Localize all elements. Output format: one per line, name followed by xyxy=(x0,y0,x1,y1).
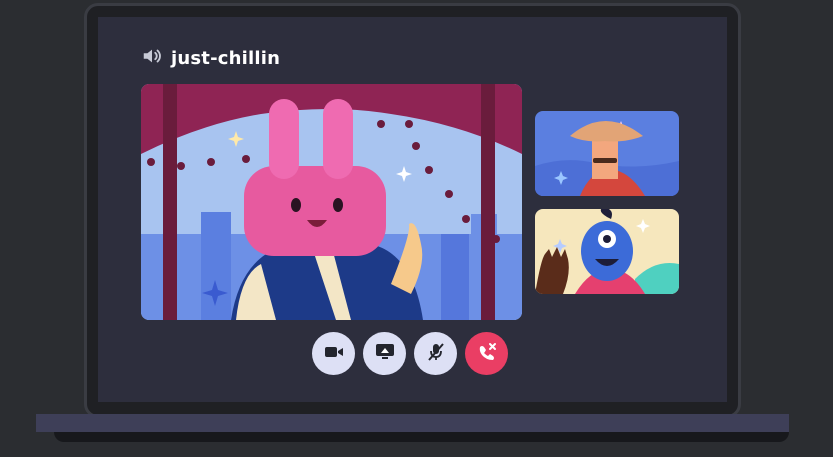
end-call-button[interactable] xyxy=(465,332,508,375)
mushroom-hat-avatar xyxy=(535,111,679,196)
blue-ogre-avatar xyxy=(535,209,679,294)
call-controls xyxy=(312,332,508,375)
video-camera-icon xyxy=(324,344,344,364)
participant-tile[interactable] xyxy=(535,111,679,196)
mute-button[interactable] xyxy=(414,332,457,375)
hang-up-icon xyxy=(477,342,497,366)
channel-title: just-chillin xyxy=(171,47,281,69)
camera-button[interactable] xyxy=(312,332,355,375)
participant-tile[interactable] xyxy=(535,209,679,294)
channel-header: just-chillin xyxy=(141,45,280,71)
speaker-icon xyxy=(141,45,163,71)
main-video-tile[interactable] xyxy=(141,84,522,320)
screen-share-icon xyxy=(375,343,395,365)
pink-bunny-avatar xyxy=(141,84,522,320)
laptop-base-bottom xyxy=(54,432,789,442)
laptop-base xyxy=(36,414,789,432)
screen-share-button[interactable] xyxy=(363,332,406,375)
muted-microphone-icon xyxy=(427,342,445,366)
